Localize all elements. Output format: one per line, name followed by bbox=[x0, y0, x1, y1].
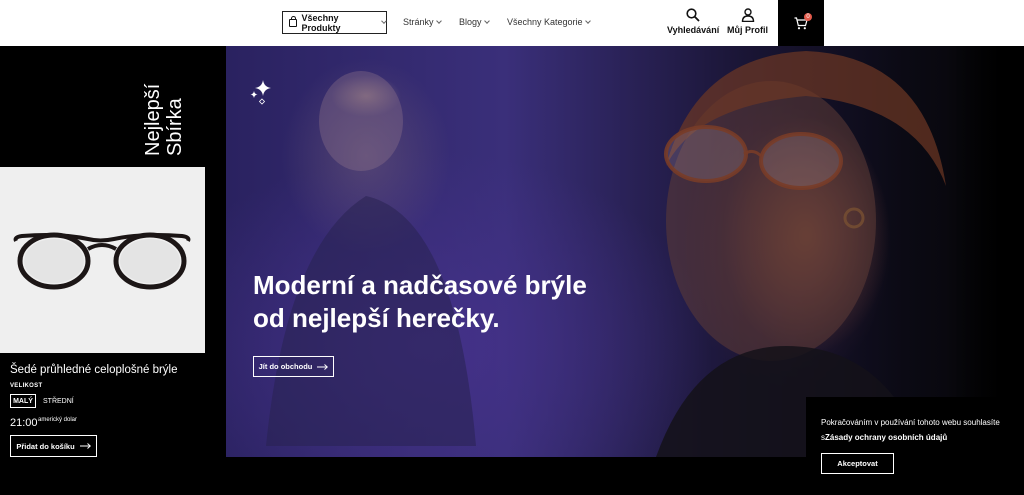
cart-count-badge: 0 bbox=[804, 13, 812, 21]
hero-background-image bbox=[266, 51, 946, 457]
glasses-image bbox=[13, 232, 191, 290]
collection-sidebar: Nejlepší Sbírka Šedé průhledné celoplošné… bbox=[0, 46, 226, 495]
privacy-policy-link[interactable]: Zásady ochrany osobních údajů bbox=[825, 433, 947, 442]
collection-title-line1: Nejlepší bbox=[142, 83, 164, 156]
arrow-right-icon bbox=[79, 443, 91, 449]
chevron-down-icon bbox=[435, 17, 442, 24]
product-currency: americký dolar bbox=[38, 417, 78, 423]
profile-label: Můj Profil bbox=[727, 25, 768, 35]
profile-button[interactable]: Můj Profil bbox=[727, 8, 768, 35]
shop-now-button[interactable]: Jít do obchodu bbox=[253, 356, 334, 377]
cookie-banner: Pokračováním v používání tohoto webu sou… bbox=[806, 397, 1024, 495]
search-button[interactable]: Vyhledávání bbox=[667, 8, 719, 35]
sparkle-icon bbox=[250, 80, 271, 105]
nav-item-blogs[interactable]: Blogy bbox=[459, 17, 490, 27]
cart-button[interactable]: 0 bbox=[778, 0, 824, 46]
nav-item-pages[interactable]: Stránky bbox=[403, 17, 442, 27]
chevron-down-icon bbox=[584, 17, 591, 24]
nav-item-label: Stránky bbox=[403, 17, 434, 27]
collection-title: Nejlepší Sbírka bbox=[140, 66, 186, 156]
shopping-bag-icon bbox=[289, 15, 297, 27]
add-to-cart-label: Přidat do košíku bbox=[16, 441, 75, 451]
all-products-label: Všechny Produkty bbox=[301, 12, 341, 33]
collection-title-text: Nejlepší Sbírka bbox=[142, 84, 186, 156]
product-price: 21:00 bbox=[10, 417, 38, 429]
add-to-cart-button[interactable]: Přidat do košíku bbox=[10, 435, 97, 457]
product-name[interactable]: Šedé průhledné celoplošné brýle bbox=[10, 364, 178, 376]
search-icon bbox=[686, 8, 700, 22]
size-option-small[interactable]: MALÝ bbox=[10, 394, 36, 408]
hero-banner: Moderní a nadčasové brýle od nejlepší he… bbox=[226, 46, 1024, 457]
user-icon bbox=[741, 8, 754, 22]
chevron-down-icon bbox=[381, 18, 387, 24]
shop-now-label: Jít do obchodu bbox=[258, 362, 313, 371]
accept-cookies-button[interactable]: Akceptovat bbox=[821, 453, 894, 474]
size-option-medium[interactable]: STŘEDNÍ bbox=[43, 398, 74, 405]
top-header: Všechny Produkty Stránky Blogy Všechny K… bbox=[0, 0, 1024, 46]
collection-title-line2: Sbírka bbox=[164, 98, 186, 156]
hero-title-line2: od nejlepší herečky. bbox=[253, 303, 500, 333]
hero-title: Moderní a nadčasové brýle od nejlepší he… bbox=[253, 269, 653, 335]
cookie-message: Pokračováním v používání tohoto webu sou… bbox=[821, 415, 1017, 445]
search-label: Vyhledávání bbox=[667, 25, 720, 35]
hero-edge-shade bbox=[946, 46, 1024, 457]
nav-item-label: Blogy bbox=[459, 17, 482, 27]
nav-item-label: Všechny Kategorie bbox=[507, 17, 583, 27]
chevron-down-icon bbox=[483, 17, 490, 24]
size-label: VELIKOST bbox=[10, 383, 43, 389]
hero-title-line1: Moderní a nadčasové brýle bbox=[253, 270, 587, 300]
nav-item-all-categories[interactable]: Všechny Kategorie bbox=[507, 17, 591, 27]
product-image[interactable] bbox=[0, 167, 205, 353]
all-products-button[interactable]: Všechny Produkty bbox=[282, 11, 387, 34]
arrow-right-icon bbox=[317, 363, 329, 370]
